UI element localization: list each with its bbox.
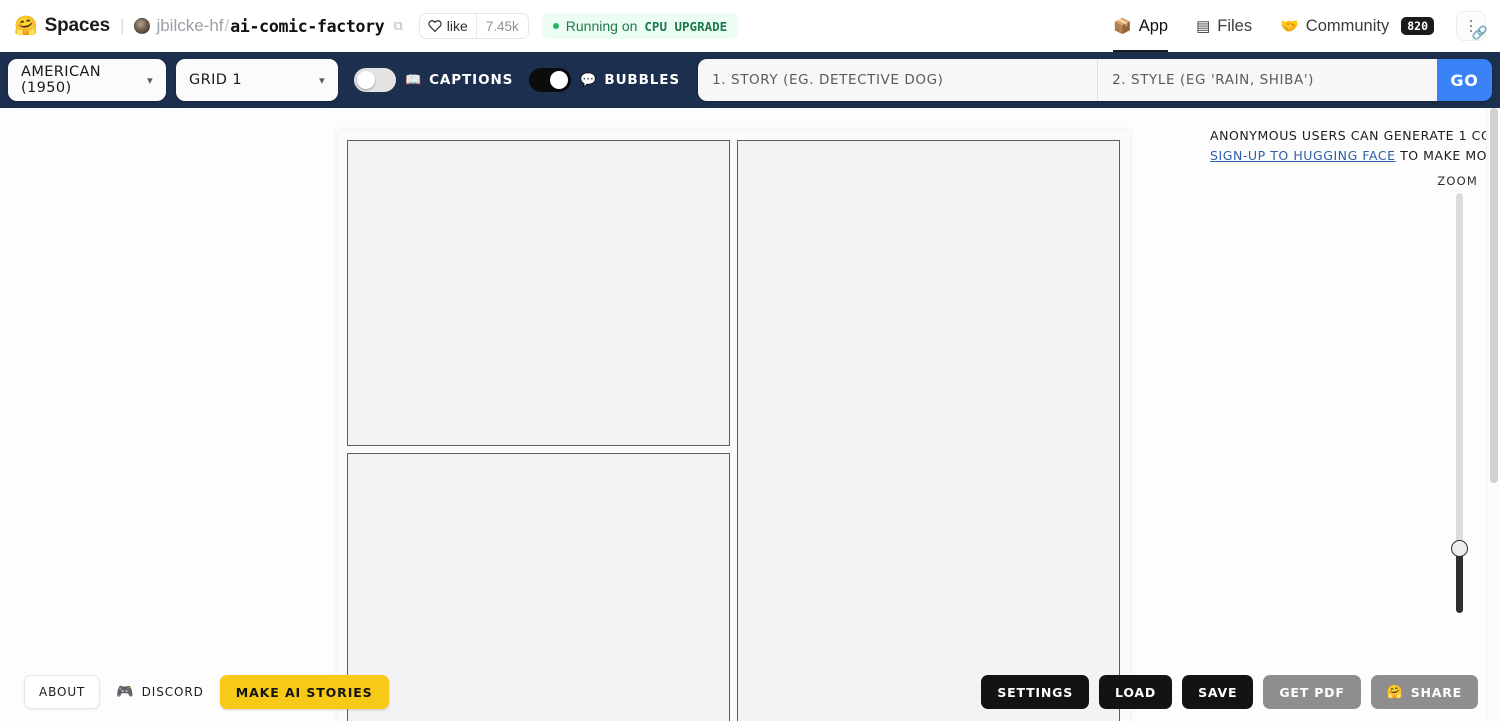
captions-label: CAPTIONS <box>429 72 514 88</box>
header-breadcrumb: 🤗 Spaces | jbilcke-hf / ai-comic-factory… <box>14 15 403 37</box>
share-button[interactable]: 🤗 SHARE <box>1370 675 1478 709</box>
signup-suffix: TO MAKE MORE! <box>1395 148 1500 163</box>
story-input[interactable]: 1. STORY (EG. DETECTIVE DOG) <box>698 59 1099 101</box>
vertical-scrollbar[interactable] <box>1486 108 1500 721</box>
repo-name[interactable]: ai-comic-factory <box>230 17 384 36</box>
status-text: Running on <box>565 18 638 34</box>
signup-link[interactable]: SIGN-UP TO HUGGING FACE <box>1210 148 1396 163</box>
settings-button[interactable]: SETTINGS <box>981 675 1090 709</box>
toggle-knob <box>550 71 569 89</box>
comic-toolbar: AMERICAN (1950) GRID 1 📖 CAPTIONS 💬 BUBB… <box>0 52 1500 108</box>
style-select[interactable]: AMERICAN (1950) <box>8 59 166 101</box>
heart-icon <box>428 20 442 33</box>
files-icon: ▤ <box>1196 18 1211 35</box>
breadcrumb-divider: | <box>120 16 125 35</box>
main-area: ANONYMOUS USERS CAN GENERATE 1 COMIC. SI… <box>0 108 1500 721</box>
bubbles-label-group: 💬 BUBBLES <box>580 72 680 88</box>
bubbles-toggle[interactable] <box>529 68 572 92</box>
signup-notice: SIGN-UP TO HUGGING FACE TO MAKE MORE! <box>1210 146 1500 166</box>
zoom-slider-fill <box>1456 550 1463 613</box>
link-icon: 🔗 <box>1471 25 1488 40</box>
like-button[interactable]: like <box>420 14 476 38</box>
overflow-menu-button[interactable]: 🔗 <box>1456 11 1488 41</box>
spaces-link[interactable]: Spaces <box>45 15 111 37</box>
app-root: 🤗 Spaces | jbilcke-hf / ai-comic-factory… <box>0 0 1500 721</box>
zoom-slider[interactable] <box>1451 193 1468 613</box>
status-hardware: CPU UPGRADE <box>644 18 728 34</box>
tab-files-label: Files <box>1217 16 1253 35</box>
discord-button[interactable]: 🎮 DISCORD <box>108 675 211 709</box>
footer-right-actions: SETTINGS LOAD SAVE GET PDF 🤗 SHARE <box>981 675 1478 709</box>
vertical-scrollbar-thumb[interactable] <box>1490 108 1498 483</box>
about-button[interactable]: ABOUT <box>24 675 101 709</box>
captions-toggle-group: 📖 CAPTIONS <box>354 68 513 92</box>
speech-bubble-icon: 💬 <box>580 72 598 88</box>
huggingface-face-icon: 🤗 <box>1386 684 1404 700</box>
tab-app[interactable]: 📦 App <box>1099 0 1182 52</box>
community-count-badge: 820 <box>1401 17 1434 35</box>
story-placeholder: 1. STORY (EG. DETECTIVE DOG) <box>712 72 944 88</box>
grid-select[interactable]: GRID 1 <box>176 59 338 101</box>
runtime-status-badge: Running on CPU UPGRADE <box>541 13 739 39</box>
toggle-knob <box>357 71 375 89</box>
load-button[interactable]: LOAD <box>1099 675 1173 709</box>
book-icon: 📖 <box>405 72 423 88</box>
cube-icon: 📦 <box>1113 18 1132 35</box>
owner-link[interactable]: jbilcke-hf <box>156 16 223 36</box>
get-pdf-button[interactable]: GET PDF <box>1263 675 1361 709</box>
grid-select-value: GRID 1 <box>189 72 242 88</box>
path-slash: / <box>224 16 230 35</box>
discord-icon: 🎮 <box>116 684 135 700</box>
share-label: SHARE <box>1410 684 1462 700</box>
make-ai-stories-button[interactable]: MAKE AI STORIES <box>219 675 389 709</box>
huggingface-header: 🤗 Spaces | jbilcke-hf / ai-comic-factory… <box>0 0 1500 52</box>
owner-avatar <box>134 18 151 34</box>
bubbles-toggle-group: 💬 BUBBLES <box>529 68 680 92</box>
status-dot-icon <box>552 23 559 29</box>
header-nav: 📦 App ▤ Files 🤝 Community 820 🔗 <box>1099 0 1488 52</box>
tab-app-label: App <box>1138 16 1169 35</box>
zoom-label: ZOOM <box>1437 174 1478 188</box>
chevron-down-icon <box>147 74 153 87</box>
go-button[interactable]: GO <box>1437 59 1492 101</box>
comic-panel-2[interactable] <box>737 140 1120 721</box>
save-button[interactable]: SAVE <box>1182 675 1254 709</box>
tab-files[interactable]: ▤ Files <box>1182 0 1266 52</box>
comic-page[interactable] <box>337 130 1130 721</box>
comic-panel-3[interactable] <box>347 453 730 721</box>
style-input[interactable]: 2. STYLE (EG 'RAIN, SHIBA') <box>1098 59 1437 101</box>
tab-community[interactable]: 🤝 Community 820 <box>1266 0 1448 52</box>
chevron-down-icon <box>319 74 325 87</box>
zoom-slider-thumb[interactable] <box>1451 540 1468 557</box>
captions-label-group: 📖 CAPTIONS <box>405 72 513 88</box>
bubbles-label: BUBBLES <box>604 72 681 88</box>
like-label: like <box>446 18 468 34</box>
copy-icon[interactable]: ⧉ <box>393 18 402 34</box>
info-column: ANONYMOUS USERS CAN GENERATE 1 COMIC. SI… <box>1210 126 1500 188</box>
comic-panel-1[interactable] <box>347 140 730 446</box>
prompt-box: 1. STORY (EG. DETECTIVE DOG) 2. STYLE (E… <box>698 59 1492 101</box>
huggingface-logo-icon: 🤗 <box>14 15 38 37</box>
community-icon: 🤝 <box>1280 18 1299 35</box>
comic-panel-grid <box>347 140 1120 721</box>
footer-left-actions: ABOUT 🎮 DISCORD MAKE AI STORIES <box>24 675 389 709</box>
discord-label: DISCORD <box>141 685 204 699</box>
tab-community-label: Community <box>1305 16 1390 35</box>
style-placeholder: 2. STYLE (EG 'RAIN, SHIBA') <box>1112 72 1315 88</box>
captions-toggle[interactable] <box>354 68 396 92</box>
anonymous-notice: ANONYMOUS USERS CAN GENERATE 1 COMIC. <box>1210 128 1500 143</box>
style-select-value: AMERICAN (1950) <box>21 64 102 96</box>
like-count[interactable]: 7.45k <box>475 14 528 38</box>
like-group: like 7.45k <box>418 13 529 39</box>
